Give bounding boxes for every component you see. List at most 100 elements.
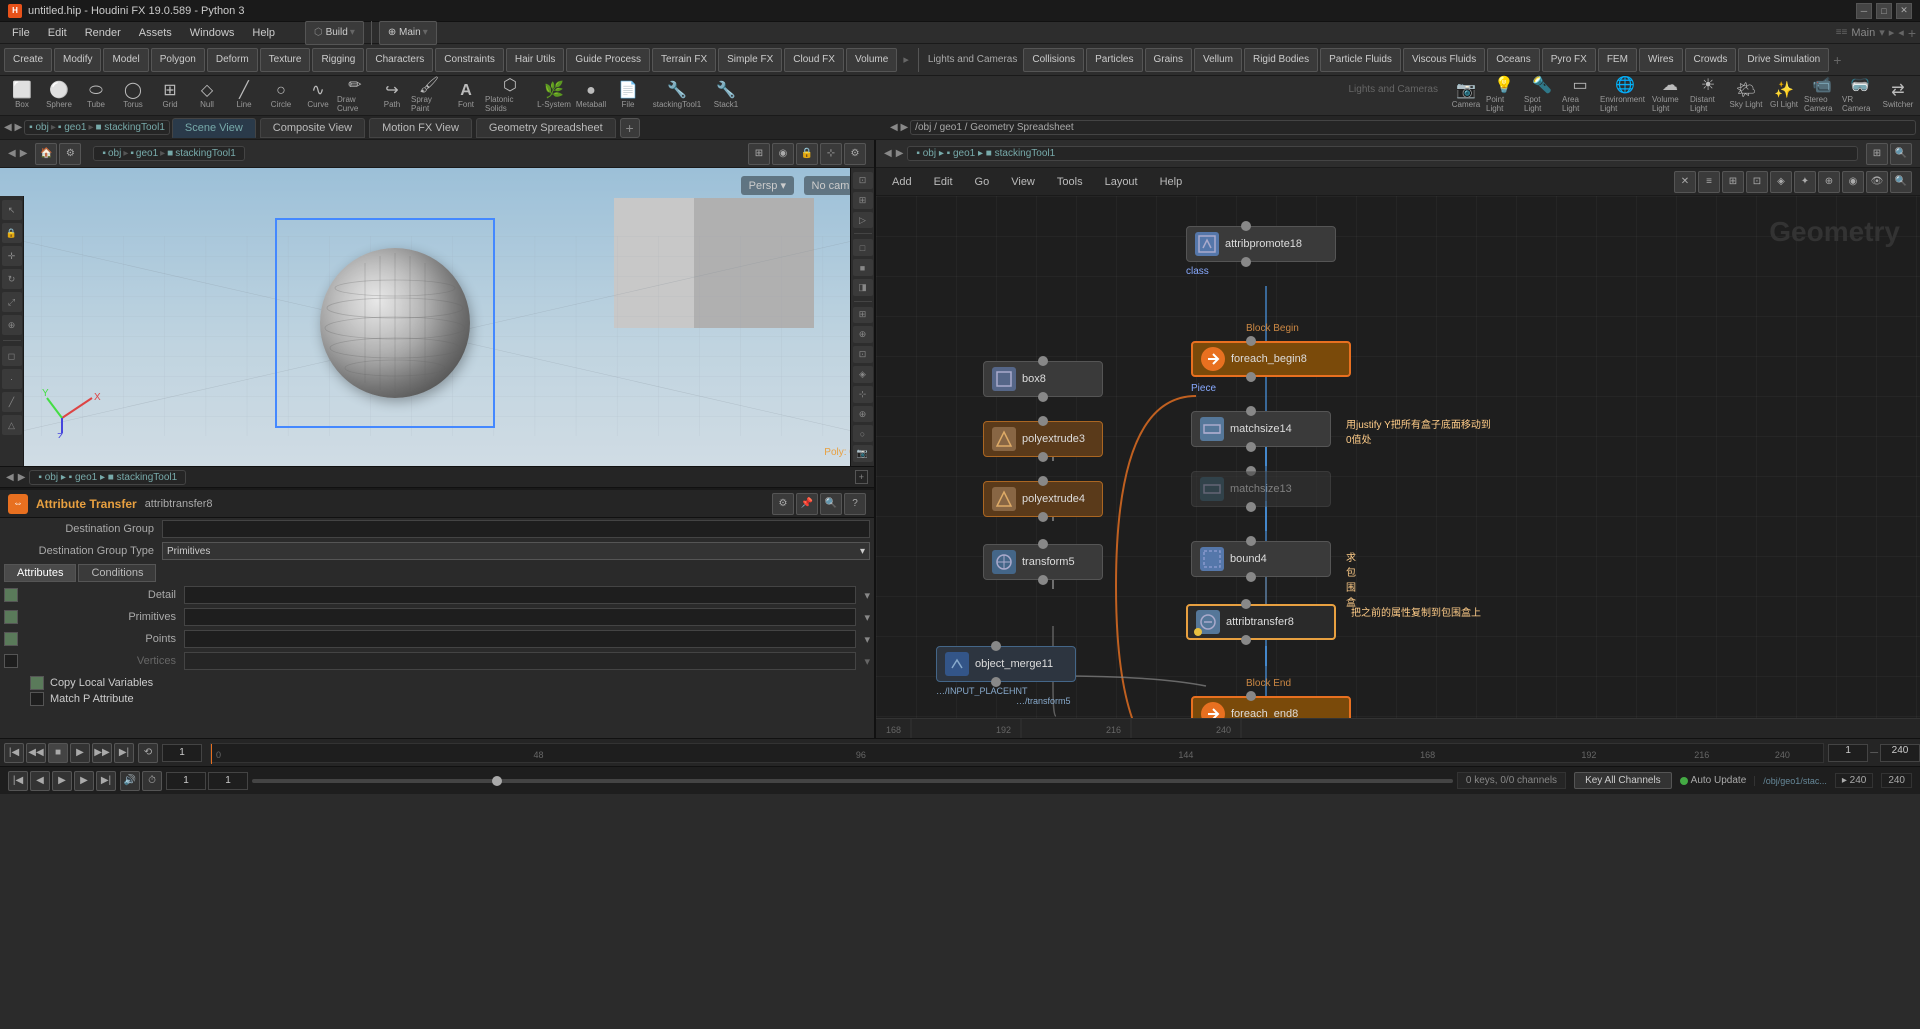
tool-grid[interactable]: ⊞ Grid	[152, 78, 188, 114]
node-grid-btn[interactable]: ✕	[1674, 171, 1696, 193]
tool-spray-paint[interactable]: 🖌 Spray Paint	[411, 78, 447, 114]
tool-box[interactable]: ⬜ Box	[4, 78, 40, 114]
volume-btn[interactable]: Volume	[846, 48, 897, 72]
attributes-tab[interactable]: Attributes	[4, 564, 76, 582]
node-transform5[interactable]: transform5	[983, 544, 1103, 580]
node-go-btn[interactable]: Go	[967, 174, 998, 190]
param-nav-back[interactable]: ◀	[6, 472, 14, 483]
vp-snap-btn[interactable]: ⊹	[820, 143, 842, 165]
param-pin-icon[interactable]: 📌	[796, 493, 818, 515]
start-frame-input[interactable]: 1	[1828, 744, 1868, 762]
vp-snap2-icon[interactable]: ⊹	[853, 386, 873, 403]
viscous-fluids-btn[interactable]: Viscous Fluids	[1403, 48, 1485, 72]
detail-checkbox[interactable]	[4, 588, 18, 602]
grains-btn[interactable]: Grains	[1145, 48, 1192, 72]
vp-obj-icon2[interactable]: ○	[853, 425, 873, 442]
node-polyextrude3[interactable]: polyextrude3	[983, 421, 1103, 457]
tab-motion-fx[interactable]: Motion FX View	[369, 118, 472, 138]
select-geo-icon[interactable]: ◻	[2, 346, 22, 366]
viewport-3d[interactable]: X Y Z Persp ▾ No cam ▾ Poly: 0 of ↖ 🔒 ✛ …	[0, 168, 874, 466]
node-layout-btn[interactable]: Layout	[1097, 174, 1146, 190]
minimize-button[interactable]: ─	[1856, 3, 1872, 19]
main-dropdown1[interactable]: ⊕ Main ▾	[379, 21, 437, 45]
create-btn[interactable]: Create	[4, 48, 52, 72]
status-next-frame[interactable]: ▶	[74, 771, 94, 791]
node-nav-fwd[interactable]: ▶	[896, 148, 904, 159]
vp-lock-btn[interactable]: 🔒	[796, 143, 818, 165]
vp-view1-icon[interactable]: ⊡	[853, 172, 873, 189]
texture-btn[interactable]: Texture	[260, 48, 311, 72]
tool-stack1[interactable]: 🔧 Stack1	[708, 78, 744, 114]
menu-assets[interactable]: Assets	[131, 25, 180, 41]
tool-font[interactable]: A Font	[448, 78, 484, 114]
node-box8[interactable]: box8	[983, 361, 1103, 397]
vp-origin-icon[interactable]: ⊕	[853, 326, 873, 343]
rotate-icon[interactable]: ↻	[2, 269, 22, 289]
tool-draw-curve[interactable]: ✏ Draw Curve	[337, 78, 373, 114]
close-button[interactable]: ✕	[1896, 3, 1912, 19]
vp-wire-icon[interactable]: □	[853, 239, 873, 256]
tool-l-system[interactable]: 🌿 L-System	[536, 78, 572, 114]
tool-path[interactable]: ↪ Path	[374, 78, 410, 114]
scale-icon[interactable]: ⤢	[2, 292, 22, 312]
tool-metaball[interactable]: ● Metaball	[573, 78, 609, 114]
tool-gi-light[interactable]: ✨ GI Light	[1766, 78, 1802, 114]
tool-stacking1[interactable]: 🔧 stackingTool1	[647, 78, 707, 114]
status-prev-frame[interactable]: ◀	[30, 771, 50, 791]
node-comment-btn[interactable]: ✦	[1794, 171, 1816, 193]
menu-help[interactable]: Help	[244, 25, 283, 41]
crowds-btn[interactable]: Crowds	[1685, 48, 1737, 72]
tool-point-light[interactable]: 💡 Point Light	[1486, 78, 1522, 114]
node-help-btn[interactable]: Help	[1152, 174, 1191, 190]
select-edges-icon[interactable]: ╱	[2, 392, 22, 412]
node-snap-btn[interactable]: ⊕	[1818, 171, 1840, 193]
node-nav-back[interactable]: ◀	[884, 148, 892, 159]
points-dropdown-arrow[interactable]: ▾	[864, 633, 870, 646]
vertices-dropdown-arrow[interactable]: ▾	[864, 655, 870, 668]
tool-distant-light[interactable]: ☀ Distant Light	[1690, 78, 1726, 114]
points-input[interactable]	[184, 630, 856, 648]
play-btn[interactable]: ▶	[70, 743, 90, 763]
right-breadcrumb[interactable]: /obj / geo1 / Geometry Spreadsheet	[910, 120, 1916, 135]
vp-shading-btn[interactable]: ◉	[772, 143, 794, 165]
last-frame-btn[interactable]: ▶|	[114, 743, 134, 763]
menu-file[interactable]: File	[4, 25, 38, 41]
status-second-input[interactable]	[208, 772, 248, 790]
tool-spot-light[interactable]: 🔦 Spot Light	[1524, 78, 1560, 114]
translate-icon[interactable]: ✛	[2, 246, 22, 266]
node-edit-btn[interactable]: Edit	[926, 174, 961, 190]
primitives-dropdown-arrow[interactable]: ▾	[864, 611, 870, 624]
points-checkbox[interactable]	[4, 632, 18, 646]
model-btn[interactable]: Model	[103, 48, 148, 72]
left-breadcrumb[interactable]: ▪ obj ▸ ▪ geo1 ▸ ■ stackingTool1	[24, 120, 170, 135]
end-frame-input[interactable]: 240	[1880, 744, 1920, 762]
viewport-nav-fwd[interactable]: ▶	[20, 148, 28, 159]
vertices-input[interactable]	[184, 652, 856, 670]
node-view-btn[interactable]: View	[1003, 174, 1043, 190]
drive-simulation-btn[interactable]: Drive Simulation	[1738, 48, 1829, 72]
first-frame-btn[interactable]: |◀	[4, 743, 24, 763]
vp-snap3-icon[interactable]: ⊕	[853, 406, 873, 423]
tool-null[interactable]: ◇ Null	[189, 78, 225, 114]
transform-icon[interactable]: ⊕	[2, 315, 22, 335]
particle-fluids-btn[interactable]: Particle Fluids	[1320, 48, 1401, 72]
node-add-btn[interactable]: Add	[884, 174, 920, 190]
node-tools-btn[interactable]: Tools	[1049, 174, 1091, 190]
rigid-bodies-btn[interactable]: Rigid Bodies	[1244, 48, 1318, 72]
wires-btn[interactable]: Wires	[1639, 48, 1683, 72]
param-help-icon[interactable]: ?	[844, 493, 866, 515]
node-obj-path[interactable]: ▪ obj ▸ ▪ geo1 ▸ ■ stackingTool1	[907, 146, 1858, 161]
copy-local-vars-checkbox[interactable]	[30, 676, 44, 690]
next-frame-btn[interactable]: ▶▶	[92, 743, 112, 763]
characters-btn[interactable]: Characters	[366, 48, 433, 72]
node-search-btn[interactable]: 🔍	[1890, 171, 1912, 193]
param-panel-add[interactable]: +	[855, 470, 868, 484]
tool-volume-light[interactable]: ☁ Volume Light	[1652, 78, 1688, 114]
vp-safe-icon[interactable]: ⊡	[853, 346, 873, 363]
modify-btn[interactable]: Modify	[54, 48, 101, 72]
tab-scene-view[interactable]: Scene View	[172, 118, 256, 138]
maximize-button[interactable]: □	[1876, 3, 1892, 19]
tool-sky-light[interactable]: 🌤 Sky Light	[1728, 78, 1764, 114]
frame-slider[interactable]	[252, 779, 1453, 783]
lock-icon[interactable]: 🔒	[2, 223, 22, 243]
